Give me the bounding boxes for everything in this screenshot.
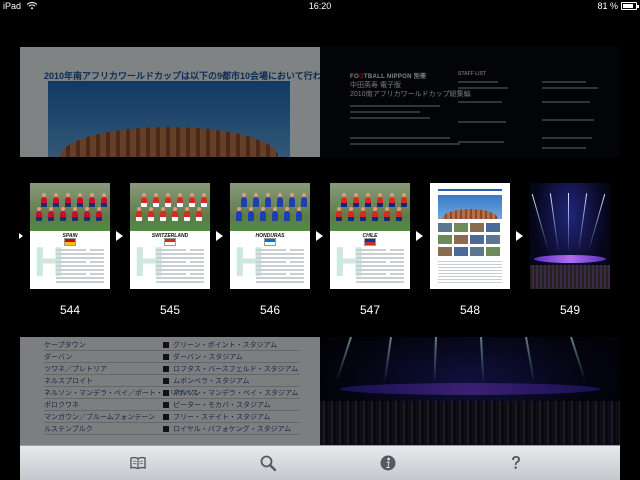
venue-name: ピーター・モカバ・スタジアム xyxy=(173,402,271,409)
bottom-toolbar xyxy=(20,445,620,480)
page-thumbnail[interactable]: H SPAIN xyxy=(30,183,110,289)
page-thumbnail-strip[interactable]: H SPAIN 544 H SWITZERLAND 545 H HONDURAS 546 H CHI… xyxy=(0,183,640,323)
arrow-right-icon xyxy=(516,231,523,241)
venue-name: ムボンベラ・スタジアム xyxy=(173,378,250,385)
venue-name: ダーバン・スタジアム xyxy=(173,354,243,361)
venue-list-page: ケープタウン グリーン・ポイント・スタジアムダーバン ダーバン・スタジアムツワネ／プ… xyxy=(20,337,320,445)
help-button[interactable] xyxy=(496,446,536,480)
venue-row: ネルスプロイト ムボンベラ・スタジアム xyxy=(20,375,320,387)
page-number-label: 546 xyxy=(259,303,281,317)
magazine-subtitle-2: 2010南アフリカワールドカップ総集編 xyxy=(350,91,471,98)
team-photo xyxy=(30,183,110,231)
previous-spread[interactable]: 2010年南アフリカワールドカップは以下の9都市10会場において行われた。 FO… xyxy=(20,47,620,157)
book-icon xyxy=(130,456,146,470)
flag-icon xyxy=(264,238,276,246)
page-thumbnail[interactable] xyxy=(430,183,510,289)
team-name: SPAIN xyxy=(62,233,78,239)
search-button[interactable] xyxy=(248,446,288,480)
page-thumbnail[interactable] xyxy=(530,183,610,289)
status-bar: iPad 16:20 81 % xyxy=(0,0,640,12)
city-name: ケープタウン xyxy=(44,342,86,349)
flag-icon xyxy=(164,238,176,246)
venue-name: ネルソン・マンデラ・ベイ・スタジアム xyxy=(173,390,299,397)
magazine-logo: FOOTBALL NIPPON 別冊 xyxy=(350,74,427,80)
team-name: CHILE xyxy=(362,233,378,239)
venue-row: ケープタウン グリーン・ポイント・スタジアム xyxy=(20,339,320,351)
night-stadium-photo xyxy=(530,183,610,289)
page-number-label: 547 xyxy=(359,303,381,317)
arrow-right-icon xyxy=(116,231,123,241)
night-stadium-photo xyxy=(320,337,620,445)
page-right: FOOTBALL NIPPON 別冊 中田英寿 電子版 2010南アフリカワール… xyxy=(320,47,620,157)
team-photo xyxy=(230,183,310,231)
page-number-label: 548 xyxy=(459,303,481,317)
page-thumbnail[interactable]: H SWITZERLAND xyxy=(130,183,210,289)
arrow-right-icon xyxy=(216,231,223,241)
venue-row: ダーバン ダーバン・スタジアム xyxy=(20,351,320,363)
flag-icon xyxy=(64,238,76,246)
venue-name: ロフタス・バースフェルド・スタジアム xyxy=(173,366,299,373)
venue-row: ポロクワネ ピーター・モカバ・スタジアム xyxy=(20,399,320,411)
venue-name: ロイヤル・バフォケング・スタジアム xyxy=(173,426,292,433)
city-name: ツワネ／プレトリア xyxy=(44,366,107,373)
venue-row: マンガウン／ブルームフォンテーン フリー・ステイト・スタジアム xyxy=(20,411,320,423)
stadium-photo xyxy=(438,195,502,219)
page-left: 2010年南アフリカワールドカップは以下の9都市10会場において行われた。 xyxy=(20,47,348,157)
city-name: ルステンブルク xyxy=(44,426,93,433)
flag-icon xyxy=(364,238,376,246)
page-thumbnail[interactable]: H CHILE xyxy=(330,183,410,289)
stadium-photo xyxy=(48,81,290,157)
info-button[interactable] xyxy=(368,446,408,480)
battery-percent: 81 % xyxy=(597,1,618,11)
venue-name: フリー・ステイト・スタジアム xyxy=(173,414,271,421)
page-number-label: 545 xyxy=(159,303,181,317)
city-name: ポロクワネ xyxy=(44,402,79,409)
search-icon xyxy=(260,455,277,472)
info-icon xyxy=(380,455,396,471)
venue-name: グリーン・ポイント・スタジアム xyxy=(173,342,278,349)
staff-list-heading: STAFF LIST xyxy=(458,71,486,77)
battery-icon xyxy=(621,2,639,10)
next-spread[interactable]: ケープタウン グリーン・ポイント・スタジアムダーバン ダーバン・スタジアムツワネ／プ… xyxy=(20,337,620,445)
venue-row: ツワネ／プレトリア ロフタス・バースフェルド・スタジアム xyxy=(20,363,320,375)
venue-row: ネルソン・マンデラ・ベイ／ポート・エリザベス ネルソン・マンデラ・ベイ・スタジアム xyxy=(20,387,320,399)
team-name: HONDURAS xyxy=(255,233,285,239)
page-thumbnail[interactable]: H HONDURAS xyxy=(230,183,310,289)
page-number-label: 544 xyxy=(59,303,81,317)
city-name: マンガウン／ブルームフォンテーン xyxy=(44,414,156,421)
city-name: ダーバン xyxy=(44,354,73,361)
team-photo xyxy=(330,183,410,231)
team-name: SWITZERLAND xyxy=(151,233,189,239)
arrow-right-icon xyxy=(316,231,323,241)
venue-row: ルステンブルク ロイヤル・バフォケング・スタジアム xyxy=(20,423,320,435)
page-number-label: 549 xyxy=(559,303,581,317)
city-name: ネルスプロイト xyxy=(44,378,93,385)
clock: 16:20 xyxy=(308,1,332,11)
library-button[interactable] xyxy=(118,446,158,480)
arrow-right-icon xyxy=(416,231,423,241)
help-icon xyxy=(512,456,520,469)
arrow-right-icon xyxy=(19,233,23,239)
team-photo xyxy=(130,183,210,231)
